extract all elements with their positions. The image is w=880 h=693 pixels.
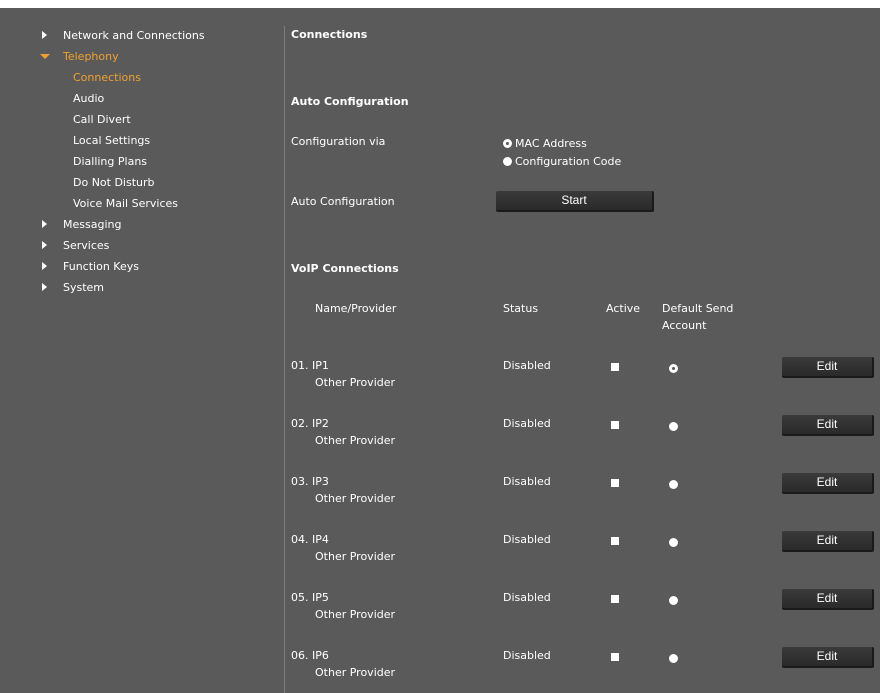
sidebar-item-label: Dialling Plans [73,155,148,168]
sidebar-item-label: Telephony [63,50,119,63]
edit-button[interactable]: Edit [782,647,874,668]
connection-provider: Other Provider [315,608,396,621]
edit-button[interactable]: Edit [782,473,874,494]
default-send-radio[interactable] [669,538,678,547]
top-band [0,0,880,8]
edit-button[interactable]: Edit [782,415,874,436]
sidebar-subitem-connections[interactable]: Connections [73,69,141,87]
sidebar-item-label: Network and Connections [63,29,205,42]
sidebar-item-label: Connections [73,71,141,84]
active-checkbox[interactable] [611,653,619,661]
connection-id: 02. IP2 [291,417,329,430]
sidebar-subitem-audio[interactable]: Audio [73,90,104,108]
chevron-right-icon [39,258,49,276]
active-checkbox[interactable] [611,421,619,429]
column-header-active: Active [606,302,641,315]
connection-provider: Other Provider [315,666,396,679]
connection-id: 05. IP5 [291,591,329,604]
auto-config-label: Auto Configuration [291,195,395,208]
connection-id: 03. IP3 [291,475,329,488]
edit-button[interactable]: Edit [782,531,874,552]
sidebar-subitem-do-not-disturb[interactable]: Do Not Disturb [73,174,155,192]
connection-status: Disabled [503,533,551,546]
active-checkbox[interactable] [611,595,619,603]
connection-id: 04. IP4 [291,533,329,546]
connection-status: Disabled [503,475,551,488]
page-title: Connections [291,28,368,41]
sidebar-item-label: Services [63,239,110,252]
chevron-right-icon [39,279,49,297]
auto-config-heading: Auto Configuration [291,95,409,108]
active-checkbox[interactable] [611,479,619,487]
connection-status: Disabled [503,591,551,604]
connection-provider: Other Provider [315,434,396,447]
edit-button[interactable]: Edit [782,589,874,610]
column-header-status: Status [503,302,539,315]
sidebar-item-messaging[interactable]: Messaging [42,216,122,234]
sidebar-subitem-dialling-plans[interactable]: Dialling Plans [73,153,147,171]
active-checkbox[interactable] [611,363,619,371]
connection-id: 01. IP1 [291,359,329,372]
active-checkbox[interactable] [611,537,619,545]
chevron-down-icon [39,48,50,66]
connection-status: Disabled [503,359,551,372]
connection-id: 06. IP6 [291,649,329,662]
sidebar-item-network-and-connections[interactable]: Network and Connections [42,27,205,45]
sidebar-subitem-voice-mail-services[interactable]: Voice Mail Services [73,195,178,213]
start-button[interactable]: Start [496,191,654,212]
sidebar-item-label: System [63,281,105,294]
edit-button[interactable]: Edit [782,357,874,378]
column-header-default-send-account-line1: Default Send [662,302,734,315]
voip-connections-heading: VoIP Connections [291,262,399,275]
main-content: Connections Auto Configuration Configura… [285,8,880,693]
default-send-radio[interactable] [669,654,678,663]
connection-status: Disabled [503,649,551,662]
connection-provider: Other Provider [315,376,396,389]
column-header-default-send-account-line2: Account [662,319,707,332]
chevron-right-icon [39,27,49,45]
sidebar-item-function-keys[interactable]: Function Keys [42,258,139,276]
default-send-radio[interactable] [669,364,678,373]
chevron-right-icon [39,216,49,234]
connection-provider: Other Provider [315,492,396,505]
sidebar-item-label: Voice Mail Services [73,197,178,210]
sidebar-item-label: Function Keys [63,260,139,273]
sidebar-nav: Network and Connections Telephony Connec… [0,8,284,693]
column-header-name: Name/Provider [315,302,397,315]
sidebar-item-label: Local Settings [73,134,151,147]
config-via-label: Configuration via [291,135,386,148]
connection-provider: Other Provider [315,550,396,563]
sidebar-item-telephony[interactable]: Telephony [40,48,119,66]
sidebar-item-system[interactable]: System [42,279,105,297]
sidebar-item-services[interactable]: Services [42,237,110,255]
default-send-radio[interactable] [669,480,678,489]
sidebar-subitem-local-settings[interactable]: Local Settings [73,132,150,150]
radio-selected-icon[interactable] [503,139,512,148]
radio-unselected-icon[interactable] [503,157,512,166]
sidebar-item-label: Call Divert [73,113,131,126]
sidebar-item-label: Messaging [63,218,122,231]
sidebar-subitem-call-divert[interactable]: Call Divert [73,111,131,129]
default-send-radio[interactable] [669,596,678,605]
sidebar-item-label: Do Not Disturb [73,176,155,189]
sidebar-item-label: Audio [73,92,105,105]
default-send-radio[interactable] [669,422,678,431]
connection-status: Disabled [503,417,551,430]
chevron-right-icon [39,237,49,255]
